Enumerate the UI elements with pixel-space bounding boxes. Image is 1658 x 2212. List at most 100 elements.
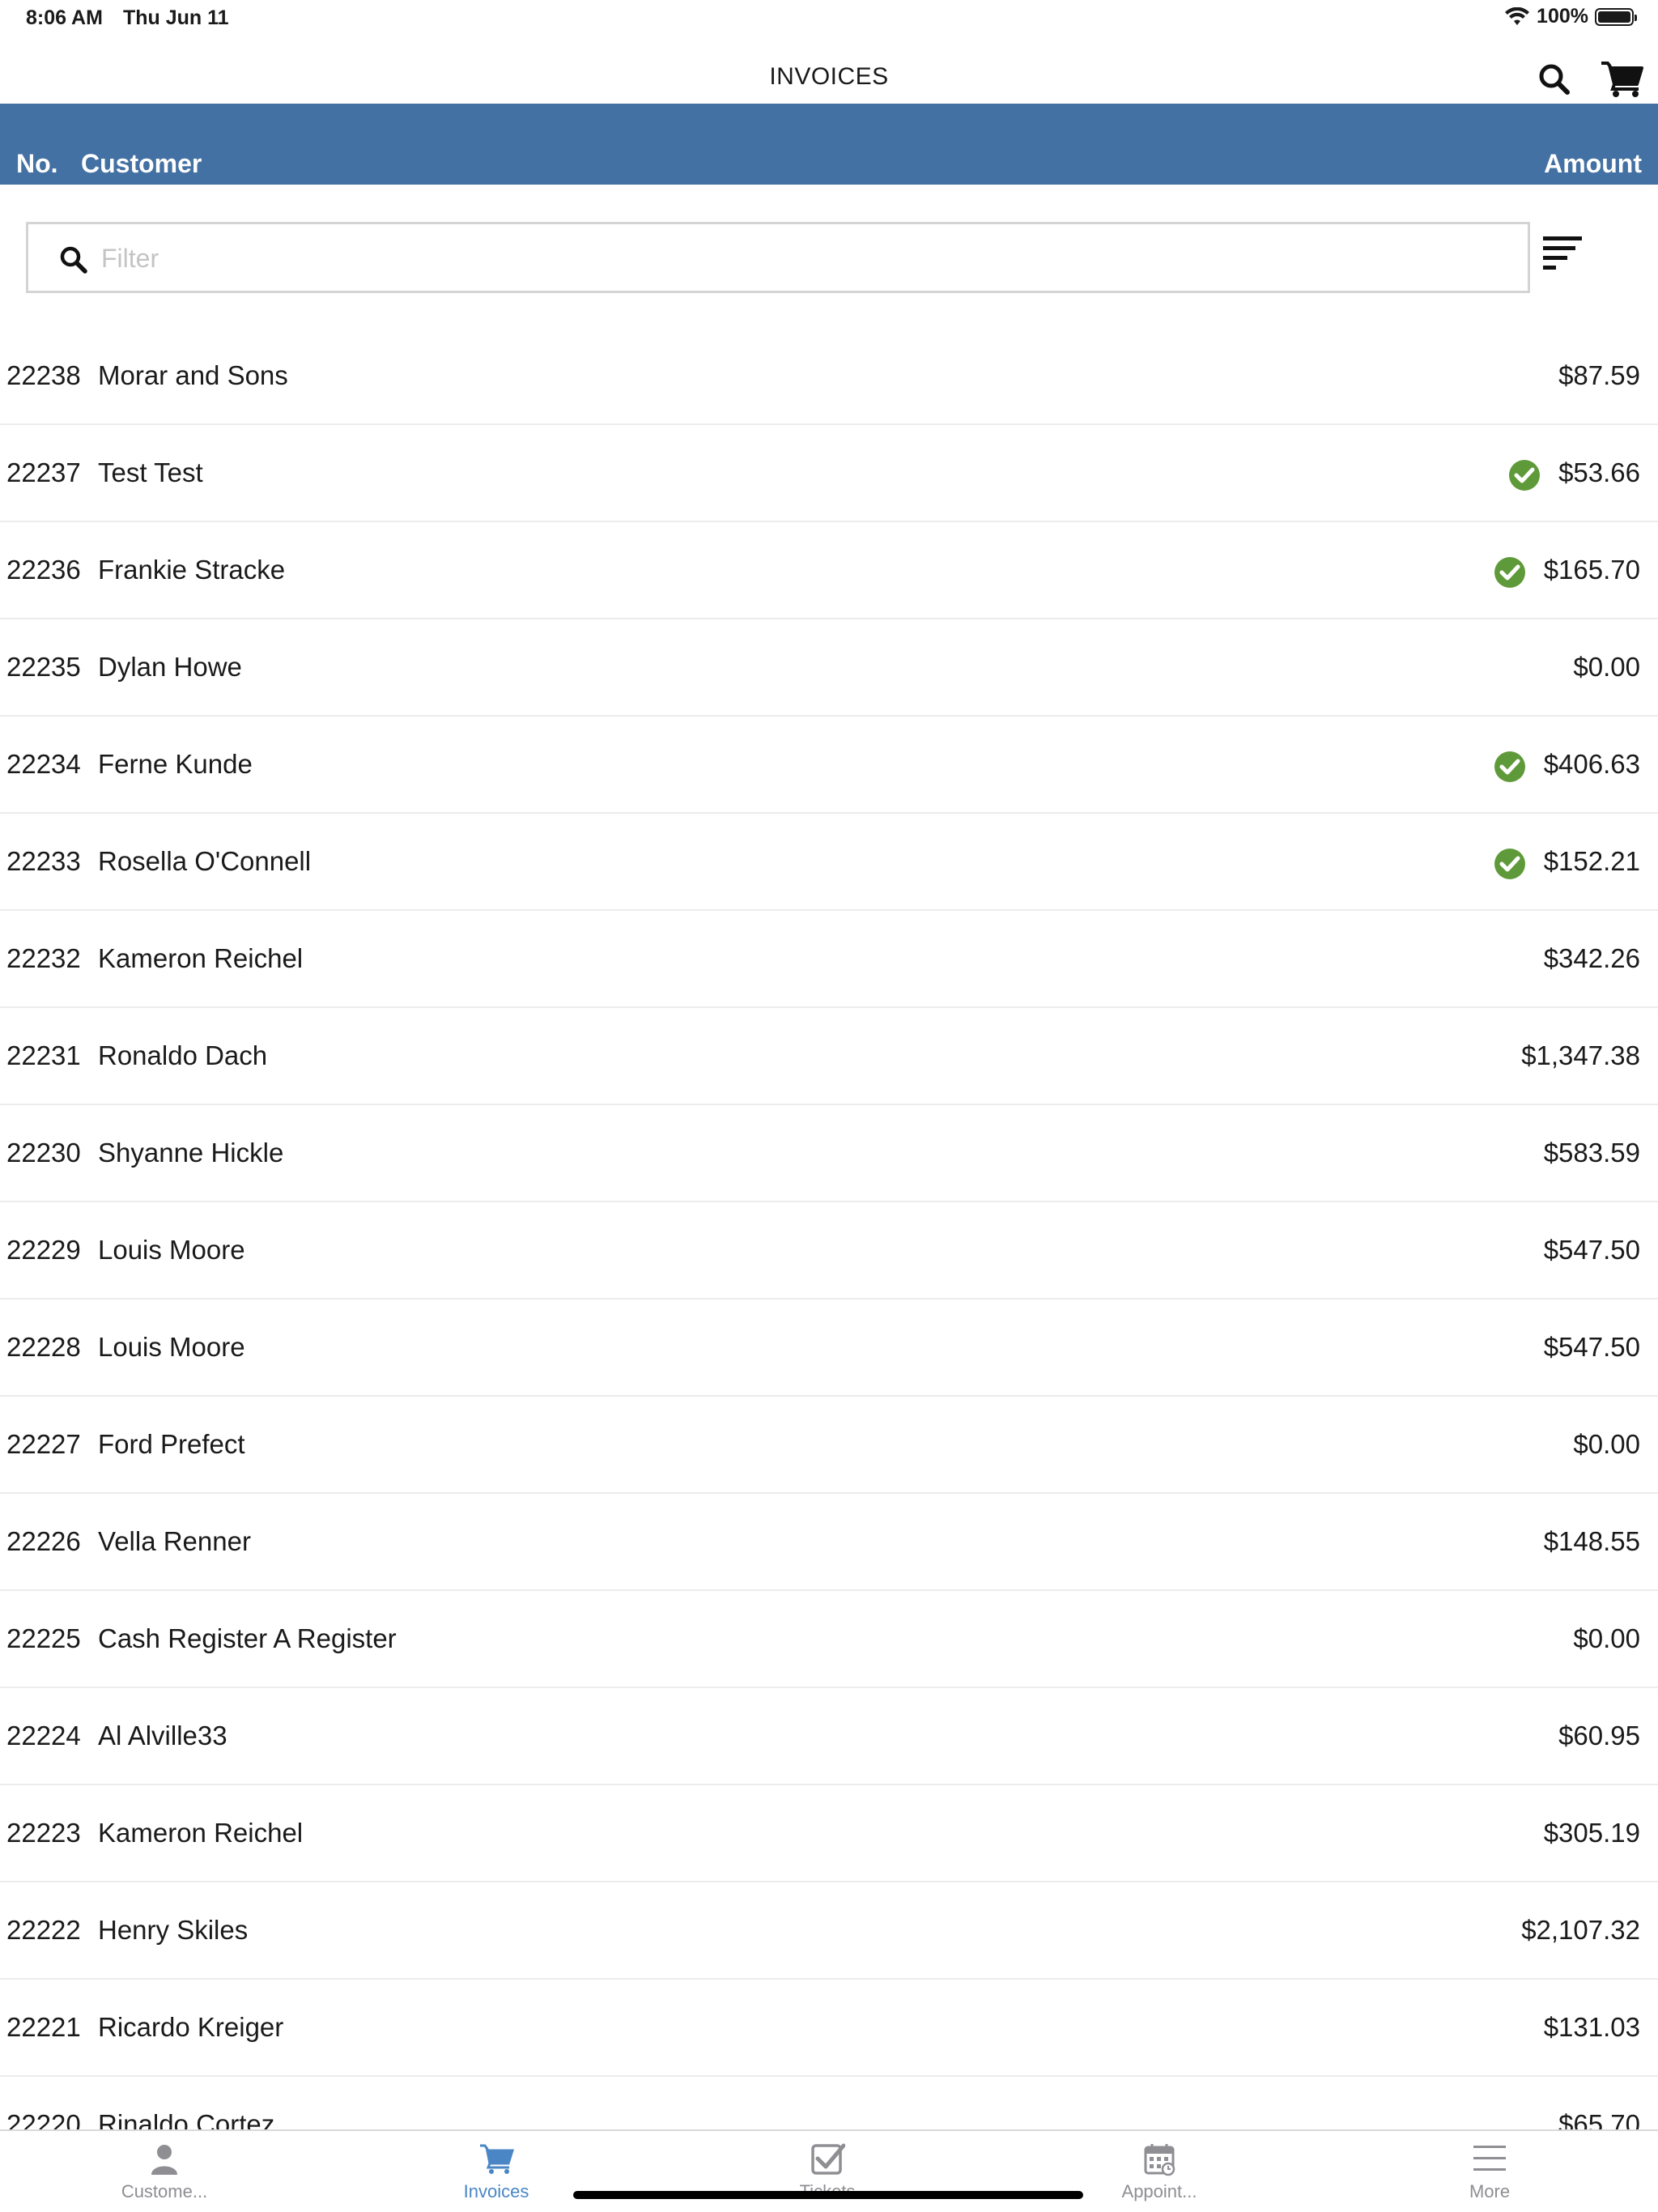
column-customer: Customer	[81, 149, 202, 178]
invoice-amount: $342.26	[1543, 943, 1640, 973]
customer-name: Rinaldo Cortez	[98, 2109, 275, 2130]
invoice-number: 22224	[6, 1721, 81, 1750]
invoice-amount: $152.21	[1543, 846, 1640, 876]
invoice-amount: $0.00	[1573, 652, 1640, 682]
invoice-number: 22234	[6, 749, 81, 779]
battery-percent: 100%	[1537, 5, 1588, 28]
invoice-row[interactable]: 22235 Dylan Howe $0.00	[0, 619, 1658, 717]
customer-name: Louis Moore	[98, 1332, 245, 1362]
filter-input[interactable]	[101, 232, 1510, 284]
invoice-amount: $53.66	[1558, 457, 1640, 487]
invoice-row[interactable]: 22232 Kameron Reichel $342.26	[0, 911, 1658, 1008]
tab-appointments[interactable]: Appoint...	[1078, 2131, 1240, 2212]
invoice-number: 22235	[6, 652, 81, 682]
invoice-amount: $406.63	[1543, 749, 1640, 779]
invoice-row[interactable]: 22221 Ricardo Kreiger $131.03	[0, 1980, 1658, 2077]
invoice-number: 22238	[6, 360, 81, 390]
calendar-icon	[1144, 2144, 1175, 2176]
invoice-number: 22236	[6, 555, 81, 585]
invoice-number: 22225	[6, 1623, 81, 1653]
sort-icon[interactable]	[1538, 232, 1590, 283]
customer-name: Ricardo Kreiger	[98, 2012, 284, 2042]
customer-name: Kameron Reichel	[98, 1818, 304, 1848]
tab-bar: Custome... Invoices Tickets	[0, 2129, 1658, 2212]
invoice-row[interactable]: 22227 Ford Prefect $0.00	[0, 1397, 1658, 1494]
invoice-row[interactable]: 22224 Al Alville33 $60.95	[0, 1688, 1658, 1785]
invoice-amount: $0.00	[1573, 1429, 1640, 1459]
tab-customers[interactable]: Custome...	[83, 2131, 245, 2212]
tab-invoices[interactable]: Invoices	[415, 2131, 577, 2212]
invoice-number: 22230	[6, 1138, 81, 1168]
invoice-list[interactable]: 22238 Morar and Sons $87.59 22237 Test Test $…	[0, 328, 1658, 2130]
invoice-row[interactable]: 22223 Kameron Reichel $305.19	[0, 1785, 1658, 1882]
customer-name: Dylan Howe	[98, 652, 242, 682]
home-indicator	[573, 2191, 1083, 2199]
invoice-amount: $583.59	[1543, 1138, 1640, 1168]
invoice-row[interactable]: 22220 Rinaldo Cortez $65.70	[0, 2077, 1658, 2130]
customer-name: Al Alville33	[98, 1721, 227, 1750]
invoice-row[interactable]: 22226 Vella Renner $148.55	[0, 1494, 1658, 1591]
invoice-number: 22223	[6, 1818, 81, 1848]
invoice-row[interactable]: 22233 Rosella O'Connell $152.21	[0, 814, 1658, 911]
customer-name: Frankie Stracke	[98, 555, 286, 585]
customer-name: Test Test	[98, 457, 203, 487]
page-title: INVOICES	[769, 63, 889, 90]
person-icon	[151, 2145, 177, 2175]
status-bar: 8:06 AM Thu Jun 11 100%	[0, 0, 1658, 39]
paid-check-icon	[1494, 849, 1525, 879]
invoice-row[interactable]: 22230 Shyanne Hickle $583.59	[0, 1105, 1658, 1202]
column-no: No.	[16, 149, 58, 178]
invoice-row[interactable]: 22237 Test Test $53.66	[0, 425, 1658, 522]
invoice-row[interactable]: 22238 Morar and Sons $87.59	[0, 328, 1658, 425]
invoice-number: 22228	[6, 1332, 81, 1362]
tab-label: Invoices	[463, 2181, 529, 2201]
filter-field[interactable]	[26, 222, 1530, 293]
invoice-row[interactable]: 22225 Cash Register A Register $0.00	[0, 1591, 1658, 1688]
tab-label: More	[1469, 2181, 1511, 2201]
invoice-amount: $148.55	[1543, 1526, 1640, 1556]
column-amount: Amount	[1544, 149, 1642, 178]
battery-icon	[1595, 7, 1637, 26]
invoice-row[interactable]: 22234 Ferne Kunde $406.63	[0, 717, 1658, 814]
search-icon	[60, 246, 87, 274]
invoice-row[interactable]: 22229 Louis Moore $547.50	[0, 1202, 1658, 1300]
invoice-number: 22226	[6, 1526, 81, 1556]
paid-check-icon	[1494, 557, 1525, 588]
invoice-amount: $2,107.32	[1521, 1915, 1640, 1945]
customer-name: Shyanne Hickle	[98, 1138, 284, 1168]
invoice-amount: $547.50	[1543, 1235, 1640, 1265]
invoice-amount: $131.03	[1543, 2012, 1640, 2042]
invoice-amount: $87.59	[1558, 360, 1640, 390]
tab-label: Appoint...	[1121, 2181, 1197, 2201]
invoice-amount: $305.19	[1543, 1818, 1640, 1848]
customer-name: Ferne Kunde	[98, 749, 253, 779]
invoice-amount: $1,347.38	[1521, 1040, 1640, 1070]
cart-icon	[480, 2144, 514, 2174]
invoice-row[interactable]: 22236 Frankie Stracke $165.70	[0, 522, 1658, 619]
status-indicators: 100%	[1504, 5, 1637, 28]
checkbox-icon	[811, 2143, 845, 2175]
tab-more[interactable]: More	[1409, 2131, 1571, 2212]
invoice-amount: $65.70	[1558, 2109, 1640, 2130]
tab-tickets[interactable]: Tickets	[746, 2131, 908, 2212]
invoice-amount: $0.00	[1573, 1623, 1640, 1653]
invoice-row[interactable]: 22222 Henry Skiles $2,107.32	[0, 1882, 1658, 1980]
invoice-number: 22220	[6, 2109, 81, 2130]
cart-icon[interactable]	[1600, 60, 1645, 99]
customer-name: Morar and Sons	[98, 360, 288, 390]
invoice-row[interactable]: 22231 Ronaldo Dach $1,347.38	[0, 1008, 1658, 1105]
invoice-number: 22233	[6, 846, 81, 876]
invoice-number: 22221	[6, 2012, 81, 2042]
customer-name: Ronaldo Dach	[98, 1040, 268, 1070]
customer-name: Henry Skiles	[98, 1915, 249, 1945]
paid-check-icon	[1509, 460, 1541, 491]
status-date: Thu Jun 11	[123, 6, 229, 29]
invoice-number: 22232	[6, 943, 81, 973]
customer-name: Louis Moore	[98, 1235, 245, 1265]
wifi-icon	[1505, 6, 1530, 25]
invoice-amount: $60.95	[1558, 1721, 1640, 1750]
paid-check-icon	[1494, 751, 1525, 782]
invoice-row[interactable]: 22228 Louis Moore $547.50	[0, 1300, 1658, 1397]
search-icon[interactable]	[1535, 60, 1574, 99]
invoice-number: 22227	[6, 1429, 81, 1459]
